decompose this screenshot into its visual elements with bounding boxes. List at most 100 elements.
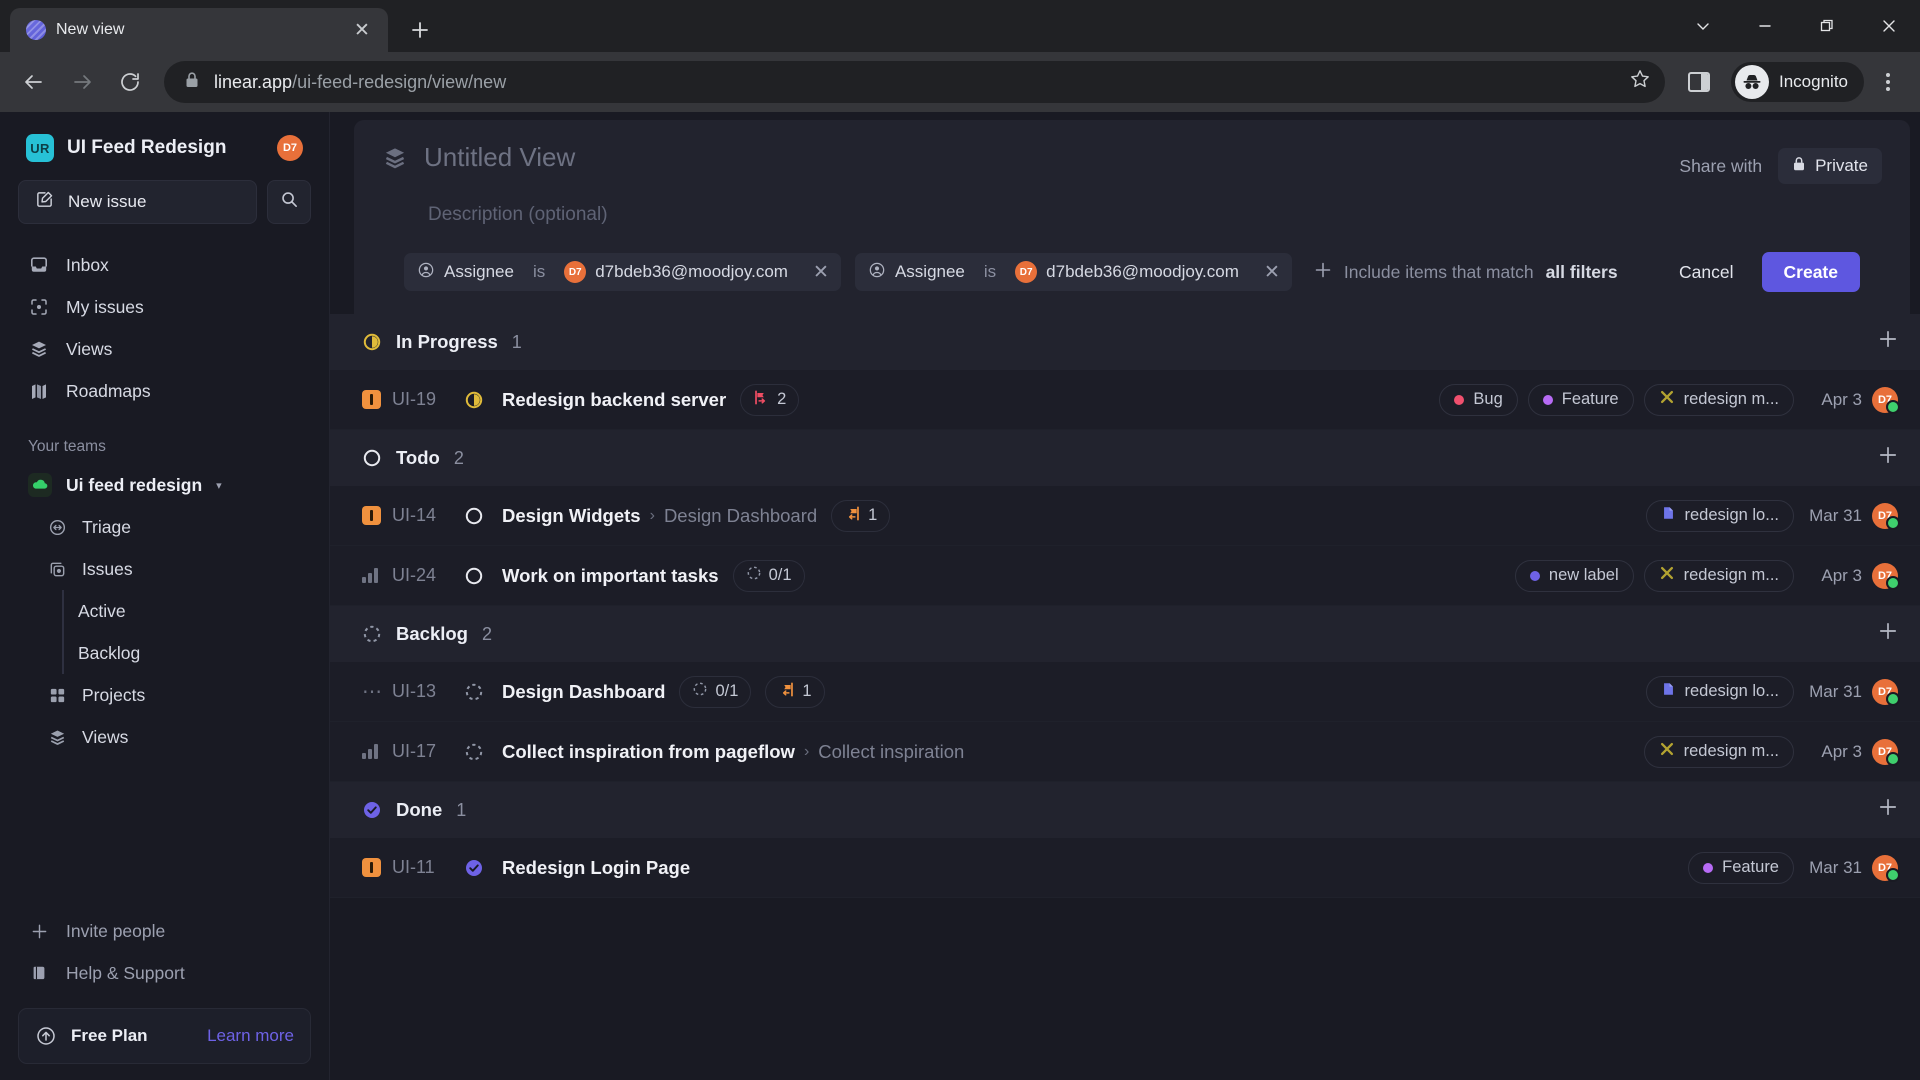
close-icon[interactable]: ✕ — [1252, 253, 1292, 291]
filter-field[interactable]: Assignee — [404, 253, 527, 291]
project-badge[interactable]: redesign lo... — [1645, 499, 1794, 532]
group-header-done[interactable]: Done 1 — [330, 782, 1920, 838]
avatar[interactable]: D7 — [1872, 562, 1900, 590]
table-row[interactable]: UI-14 Design Widgets › Design Dashboard … — [330, 486, 1920, 546]
priority-medium-icon[interactable] — [362, 744, 392, 759]
progress-badge[interactable]: 0/1 — [732, 559, 805, 592]
sidebar-item-team-views[interactable]: Views — [18, 716, 311, 758]
learn-more-link[interactable]: Learn more — [207, 1026, 294, 1046]
plus-icon[interactable] — [1878, 444, 1898, 472]
status-badge[interactable]: new label — [1514, 559, 1634, 592]
sidebar-team-ui-feed-redesign[interactable]: Ui feed redesign ▾ — [18, 464, 311, 506]
project-badge[interactable]: redesign lo... — [1645, 675, 1794, 708]
search-button[interactable] — [267, 180, 311, 224]
view-description-input[interactable]: Description (optional) — [382, 184, 1882, 226]
reload-button[interactable] — [108, 60, 152, 104]
invite-people-button[interactable]: Invite people — [18, 910, 311, 952]
forward-button[interactable] — [60, 60, 104, 104]
back-button[interactable] — [12, 60, 56, 104]
state-todo-icon[interactable] — [464, 506, 502, 526]
table-row[interactable]: UI-19 Redesign backend server 2 Bug Feat… — [330, 370, 1920, 430]
sub-issue-badge[interactable]: 2 — [740, 383, 800, 416]
table-row[interactable]: UI-11 Redesign Login Page Feature Mar 31… — [330, 838, 1920, 898]
priority-urgent-icon[interactable] — [362, 390, 392, 409]
status-badge[interactable]: Feature — [1688, 851, 1794, 884]
avatar[interactable]: D7 — [1872, 854, 1900, 882]
close-icon[interactable]: ✕ — [348, 16, 376, 44]
bookmark-star-icon[interactable] — [1629, 68, 1651, 96]
filter-value[interactable]: D7 d7bdeb36@moodjoy.com — [551, 253, 801, 291]
table-row[interactable]: ⋯ UI-13 Design Dashboard 0/1 1 redesign … — [330, 662, 1920, 722]
add-filter-button[interactable]: Include items that match all filters — [1300, 253, 1632, 291]
kebab-menu-icon[interactable] — [1868, 73, 1908, 91]
plan-card[interactable]: Free Plan Learn more — [18, 1008, 311, 1064]
project-badge[interactable]: redesign m... — [1643, 383, 1794, 416]
new-tab-button[interactable] — [402, 12, 438, 48]
avatar[interactable]: D7 — [1872, 502, 1900, 530]
avatar[interactable]: D7 — [277, 135, 303, 161]
new-issue-button[interactable]: New issue — [18, 180, 257, 224]
priority-urgent-icon[interactable] — [362, 506, 392, 525]
project-badge[interactable]: redesign m... — [1643, 735, 1794, 768]
address-bar[interactable]: linear.app/ui-feed-redesign/view/new — [164, 61, 1665, 103]
issue-title: Collect inspiration from pageflow — [502, 740, 795, 762]
sidebar-item-active[interactable]: Active — [18, 590, 311, 632]
sidebar-item-projects[interactable]: Projects — [18, 674, 311, 716]
cancel-button[interactable]: Cancel — [1661, 252, 1751, 292]
project-badge[interactable]: redesign m... — [1643, 559, 1794, 592]
sidebar-item-triage[interactable]: Triage — [18, 506, 311, 548]
sidebar-item-backlog[interactable]: Backlog — [18, 632, 311, 674]
sidebar-item-issues[interactable]: Issues — [18, 548, 311, 590]
restore-icon[interactable] — [1796, 0, 1858, 52]
group-header-in-progress[interactable]: In Progress 1 — [330, 314, 1920, 370]
close-icon[interactable]: ✕ — [801, 253, 841, 291]
status-badge[interactable]: Feature — [1527, 383, 1634, 416]
chevron-down-icon[interactable]: ▾ — [216, 479, 222, 492]
parent-issue-badge[interactable]: 1 — [831, 499, 891, 532]
state-todo-icon[interactable] — [464, 566, 502, 586]
avatar[interactable]: D7 — [1872, 738, 1900, 766]
parent-issue-badge[interactable]: 1 — [765, 675, 825, 708]
table-row[interactable]: UI-17 Collect inspiration from pageflow … — [330, 722, 1920, 782]
state-done-icon[interactable] — [464, 858, 502, 878]
filter-chip[interactable]: Assignee is D7 d7bdeb36@moodjoy.com ✕ — [404, 253, 841, 291]
status-badge[interactable]: Bug — [1439, 383, 1518, 416]
privacy-selector[interactable]: Private — [1778, 148, 1882, 184]
priority-medium-icon[interactable] — [362, 568, 392, 583]
group-header-backlog[interactable]: Backlog 2 — [330, 606, 1920, 662]
filter-operator[interactable]: is — [978, 253, 1002, 291]
table-row[interactable]: UI-24 Work on important tasks 0/1 new la… — [330, 546, 1920, 606]
sidebar-item-roadmaps[interactable]: Roadmaps — [18, 370, 311, 412]
priority-urgent-icon[interactable] — [362, 858, 392, 877]
avatar[interactable]: D7 — [1872, 678, 1900, 706]
create-button[interactable]: Create — [1761, 252, 1860, 292]
side-panel-icon[interactable] — [1677, 60, 1721, 104]
sidebar-item-inbox[interactable]: Inbox — [18, 244, 311, 286]
filter-chip[interactable]: Assignee is D7 d7bdeb36@moodjoy.com ✕ — [854, 253, 1292, 291]
plus-icon[interactable] — [1878, 620, 1898, 648]
group-header-todo[interactable]: Todo 2 — [330, 430, 1920, 486]
add-filter-emphasis[interactable]: all filters — [1546, 262, 1618, 283]
progress-badge[interactable]: 0/1 — [679, 675, 752, 708]
filter-operator[interactable]: is — [527, 253, 551, 291]
view-title-input[interactable]: Untitled View — [424, 142, 575, 173]
sidebar-item-views[interactable]: Views — [18, 328, 311, 370]
workspace-switcher[interactable]: UR UI Feed Redesign D7 — [18, 112, 311, 168]
state-backlog-icon[interactable] — [464, 682, 502, 702]
filter-field[interactable]: Assignee — [855, 253, 978, 291]
profile-incognito-button[interactable]: Incognito — [1731, 62, 1864, 102]
state-in-progress-icon[interactable] — [464, 390, 502, 410]
plus-icon[interactable] — [1878, 796, 1898, 824]
help-support-button[interactable]: Help & Support — [18, 952, 311, 994]
avatar[interactable]: D7 — [1872, 386, 1900, 414]
new-issue-label: New issue — [68, 192, 147, 211]
inbox-icon — [28, 255, 50, 275]
browser-tab[interactable]: New view ✕ — [10, 8, 388, 52]
plus-icon[interactable] — [1878, 328, 1898, 356]
state-backlog-icon[interactable] — [464, 742, 502, 762]
close-icon[interactable] — [1858, 0, 1920, 52]
chevron-down-icon[interactable] — [1672, 0, 1734, 52]
filter-value[interactable]: D7 d7bdeb36@moodjoy.com — [1002, 253, 1252, 291]
minimize-icon[interactable] — [1734, 0, 1796, 52]
sidebar-item-my-issues[interactable]: My issues — [18, 286, 311, 328]
